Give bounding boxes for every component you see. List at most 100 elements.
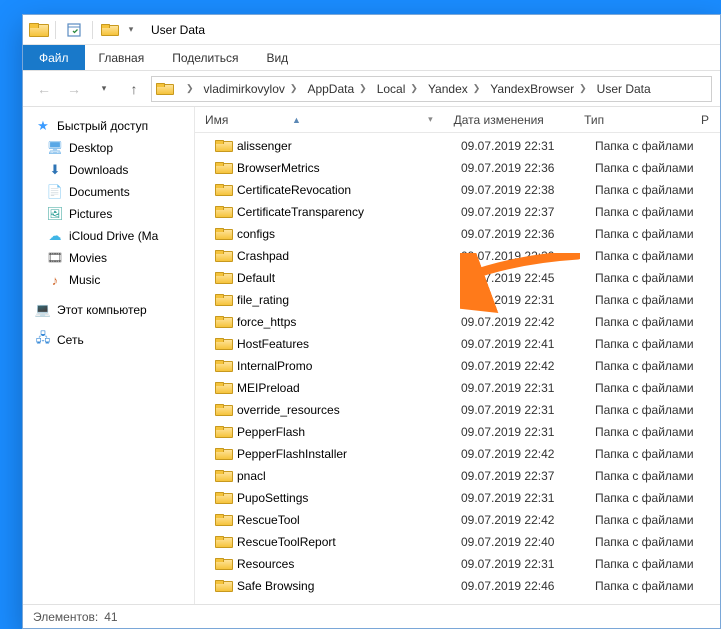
column-header-name[interactable]: Имя ▲ ▾ bbox=[195, 107, 444, 132]
table-row[interactable]: force_https09.07.2019 22:42Папка с файла… bbox=[195, 311, 720, 333]
cell-date: 09.07.2019 22:38 bbox=[451, 183, 585, 197]
table-row[interactable]: HostFeatures09.07.2019 22:41Папка с файл… bbox=[195, 333, 720, 355]
folder-icon bbox=[215, 272, 231, 284]
cell-date: 09.07.2019 22:41 bbox=[451, 337, 585, 351]
cell-name: MEIPreload bbox=[195, 381, 451, 395]
file-name: Crashpad bbox=[237, 249, 289, 263]
cell-type: Папка с файлами bbox=[585, 161, 705, 175]
sidebar-item-quick-access[interactable]: ★ Быстрый доступ bbox=[23, 115, 194, 137]
folder-icon bbox=[215, 470, 231, 482]
sidebar-item-downloads[interactable]: ⬇ Downloads bbox=[23, 159, 194, 181]
back-button[interactable]: ← bbox=[31, 76, 57, 102]
address-folder-icon bbox=[156, 83, 172, 95]
sidebar-item-network[interactable]: 🖧 Сеть bbox=[23, 329, 194, 351]
tab-home[interactable]: Главная bbox=[85, 45, 159, 70]
sidebar-item-this-pc[interactable]: 💻 Этот компьютер bbox=[23, 299, 194, 321]
table-row[interactable]: RescueToolReport09.07.2019 22:40Папка с … bbox=[195, 531, 720, 553]
sidebar-item-desktop[interactable]: 🖥 Desktop bbox=[23, 137, 194, 159]
quick-access-toolbar: ▾ bbox=[29, 20, 141, 40]
table-row[interactable]: PepperFlash09.07.2019 22:31Папка с файла… bbox=[195, 421, 720, 443]
table-row[interactable]: PupoSettings09.07.2019 22:31Папка с файл… bbox=[195, 487, 720, 509]
nav-bar: ← → ▾ ↑ ❯ vladimirkovylov❯ AppData❯ Loca… bbox=[23, 71, 720, 107]
address-bar[interactable]: ❯ vladimirkovylov❯ AppData❯ Local❯ Yande… bbox=[151, 76, 712, 102]
sidebar-item-label: Music bbox=[69, 273, 100, 287]
sidebar-item-pictures[interactable]: 🖼 Pictures bbox=[23, 203, 194, 225]
table-row[interactable]: PepperFlashInstaller09.07.2019 22:42Папк… bbox=[195, 443, 720, 465]
table-row[interactable]: InternalPromo09.07.2019 22:42Папка с фай… bbox=[195, 355, 720, 377]
cell-name: BrowserMetrics bbox=[195, 161, 451, 175]
up-button[interactable]: ↑ bbox=[121, 76, 147, 102]
tab-share[interactable]: Поделиться bbox=[158, 45, 252, 70]
folder-icon bbox=[215, 316, 231, 328]
tab-view[interactable]: Вид bbox=[252, 45, 302, 70]
folder-icon bbox=[215, 294, 231, 306]
sidebar-item-icloud[interactable]: ☁ iCloud Drive (Ma bbox=[23, 225, 194, 247]
sidebar-item-label: Movies bbox=[69, 251, 107, 265]
column-header-type[interactable]: Тип bbox=[574, 107, 691, 132]
crumb-1[interactable]: AppData❯ bbox=[302, 77, 371, 101]
table-row[interactable]: override_resources09.07.2019 22:31Папка … bbox=[195, 399, 720, 421]
movies-icon: 🎞 bbox=[47, 250, 63, 266]
forward-button[interactable]: → bbox=[61, 76, 87, 102]
table-row[interactable]: pnacl09.07.2019 22:37Папка с файлами bbox=[195, 465, 720, 487]
column-header-date[interactable]: Дата изменения bbox=[444, 107, 574, 132]
sidebar-item-documents[interactable]: 📄 Documents bbox=[23, 181, 194, 203]
crumb-2[interactable]: Local❯ bbox=[372, 77, 423, 101]
crumb-5[interactable]: User Data bbox=[592, 77, 656, 101]
folder-icon bbox=[215, 492, 231, 504]
table-row[interactable]: configs09.07.2019 22:36Папка с файлами bbox=[195, 223, 720, 245]
cell-type: Папка с файлами bbox=[585, 293, 705, 307]
column-header-size[interactable]: Р bbox=[691, 107, 720, 132]
title-bar: ▾ User Data bbox=[23, 15, 720, 45]
column-dropdown-icon[interactable]: ▾ bbox=[428, 114, 433, 125]
sidebar-item-label: Documents bbox=[69, 185, 130, 199]
recent-dropdown-icon[interactable]: ▾ bbox=[91, 76, 117, 102]
cell-date: 09.07.2019 22:31 bbox=[451, 381, 585, 395]
column-label: Р bbox=[701, 113, 709, 127]
table-row[interactable]: Resources09.07.2019 22:31Папка с файлами bbox=[195, 553, 720, 575]
table-row[interactable]: file_rating09.07.2019 22:31Папка с файла… bbox=[195, 289, 720, 311]
column-label: Дата изменения bbox=[454, 113, 544, 127]
file-name: CertificateRevocation bbox=[237, 183, 351, 197]
folder-icon bbox=[215, 580, 231, 592]
crumb-0[interactable]: vladimirkovylov❯ bbox=[199, 77, 303, 101]
cell-name: Safe Browsing bbox=[195, 579, 451, 593]
app-folder-icon bbox=[29, 23, 47, 37]
cloud-icon: ☁ bbox=[47, 228, 63, 244]
table-row[interactable]: MEIPreload09.07.2019 22:31Папка с файлам… bbox=[195, 377, 720, 399]
downloads-icon: ⬇ bbox=[47, 162, 63, 178]
sidebar-item-movies[interactable]: 🎞 Movies bbox=[23, 247, 194, 269]
separator bbox=[55, 21, 56, 39]
file-name: PupoSettings bbox=[237, 491, 308, 505]
body: ★ Быстрый доступ 🖥 Desktop ⬇ Downloads 📄… bbox=[23, 107, 720, 604]
crumb-3[interactable]: Yandex❯ bbox=[423, 77, 485, 101]
qat-dropdown-icon[interactable]: ▾ bbox=[121, 20, 141, 40]
table-row[interactable]: CertificateTransparency09.07.2019 22:37П… bbox=[195, 201, 720, 223]
folder-icon bbox=[215, 162, 231, 174]
folder-icon bbox=[215, 536, 231, 548]
cell-name: override_resources bbox=[195, 403, 451, 417]
crumb-chevron-first[interactable]: ❯ bbox=[176, 77, 199, 101]
status-count: 41 bbox=[104, 610, 117, 624]
file-rows[interactable]: alissenger 09.07.2019 22:31 Папка с файлам… bbox=[195, 133, 720, 604]
sidebar-item-music[interactable]: ♪ Music bbox=[23, 269, 194, 291]
table-row[interactable]: alissenger09.07.2019 22:31Папка с файлам… bbox=[195, 135, 720, 157]
table-row[interactable]: CertificateRevocation09.07.2019 22:38Пап… bbox=[195, 179, 720, 201]
cell-date: 09.07.2019 22:31 bbox=[451, 557, 585, 571]
table-row[interactable]: Default09.07.2019 22:45Папка с файлами bbox=[195, 267, 720, 289]
table-row[interactable]: Crashpad09.07.2019 22:30Папка с файлами bbox=[195, 245, 720, 267]
cell-type: Папка с файлами bbox=[585, 447, 705, 461]
new-folder-icon[interactable] bbox=[101, 24, 117, 36]
crumb-label: YandexBrowser bbox=[490, 82, 574, 96]
file-name: pnacl bbox=[237, 469, 266, 483]
file-menu[interactable]: Файл bbox=[23, 45, 85, 70]
crumb-4[interactable]: YandexBrowser❯ bbox=[485, 77, 591, 101]
table-row[interactable]: BrowserMetrics09.07.2019 22:36Папка с фа… bbox=[195, 157, 720, 179]
table-row[interactable]: Safe Browsing09.07.2019 22:46Папка с фай… bbox=[195, 575, 720, 597]
navigation-pane: ★ Быстрый доступ 🖥 Desktop ⬇ Downloads 📄… bbox=[23, 107, 195, 604]
table-row[interactable]: RescueTool09.07.2019 22:42Папка с файлам… bbox=[195, 509, 720, 531]
properties-icon[interactable] bbox=[64, 20, 84, 40]
computer-icon: 💻 bbox=[35, 302, 51, 318]
file-name: alissenger bbox=[237, 139, 292, 153]
sidebar-item-label: iCloud Drive (Ma bbox=[69, 229, 158, 243]
